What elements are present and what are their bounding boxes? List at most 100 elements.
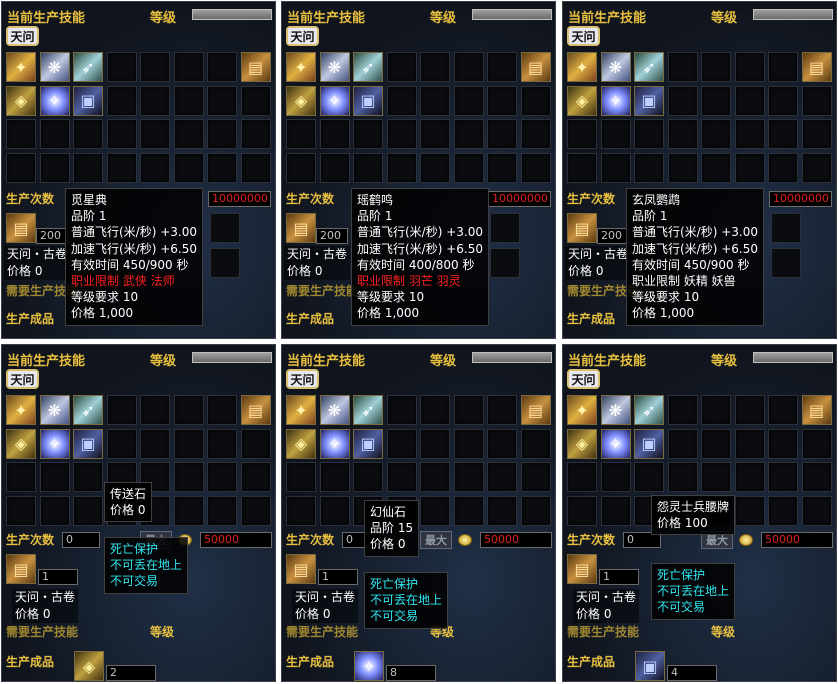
recipe-slot[interactable] xyxy=(600,152,631,183)
recipe-slot[interactable] xyxy=(140,52,170,82)
stone-item-3-icon[interactable]: ▣ xyxy=(73,428,103,459)
recipe-slot[interactable] xyxy=(386,119,417,149)
scroll-ingredient-icon[interactable]: ▤ xyxy=(286,213,316,243)
recipe-slot[interactable] xyxy=(487,119,517,149)
recipe-slot[interactable] xyxy=(567,495,597,526)
recipe-slot[interactable] xyxy=(567,119,597,149)
recipe-slot[interactable] xyxy=(801,85,832,116)
recipe-slot[interactable] xyxy=(634,152,664,183)
mount-item-3-icon[interactable]: ➶ xyxy=(73,395,103,425)
recipe-slot[interactable] xyxy=(286,152,316,183)
recipe-slot[interactable] xyxy=(768,119,798,149)
recipe-slot[interactable] xyxy=(420,428,450,459)
recipe-slot[interactable] xyxy=(801,462,832,492)
max-button[interactable]: 最大 xyxy=(420,531,452,549)
recipe-slot[interactable] xyxy=(801,495,832,526)
recipe-slot[interactable] xyxy=(240,428,271,459)
stone-item-2-icon[interactable]: ✧ xyxy=(39,85,70,116)
stone-item-2-icon[interactable]: ✧ xyxy=(600,85,631,116)
recipe-slot[interactable] xyxy=(453,119,484,149)
ingredient-slot[interactable] xyxy=(490,248,520,278)
scroll-ingredient-icon[interactable]: ▤ xyxy=(567,213,597,243)
count-field[interactable]: 200 xyxy=(36,228,68,244)
recipe-slot[interactable] xyxy=(39,119,70,149)
stone-item-1-icon[interactable]: ◈ xyxy=(286,428,316,459)
recipe-slot[interactable] xyxy=(768,395,798,425)
recipe-slot[interactable] xyxy=(701,152,731,183)
mount-item-3-icon[interactable]: ➶ xyxy=(73,52,103,82)
recipe-slot[interactable] xyxy=(173,462,204,492)
recipe-slot[interactable] xyxy=(453,428,484,459)
recipe-slot[interactable] xyxy=(319,495,350,526)
recipe-slot[interactable] xyxy=(453,462,484,492)
recipe-slot[interactable] xyxy=(420,462,450,492)
scroll-item-icon[interactable]: ▤ xyxy=(240,52,271,82)
recipe-slot[interactable] xyxy=(140,119,170,149)
recipe-slot[interactable] xyxy=(701,85,731,116)
tab-tianwen[interactable]: 天问 xyxy=(6,369,39,389)
recipe-slot[interactable] xyxy=(353,119,383,149)
recipe-slot[interactable] xyxy=(386,85,417,116)
recipe-slot[interactable] xyxy=(768,152,798,183)
stone-item-3-icon[interactable]: ▣ xyxy=(634,85,664,116)
stone-item-1-icon[interactable]: ◈ xyxy=(567,85,597,116)
mount-item-2-icon[interactable]: ❋ xyxy=(600,395,631,425)
recipe-slot[interactable] xyxy=(386,52,417,82)
stone-item-3-icon[interactable]: ▣ xyxy=(73,85,103,116)
ingredient-slot[interactable] xyxy=(490,213,520,243)
recipe-slot[interactable] xyxy=(207,119,237,149)
recipe-slot[interactable] xyxy=(386,462,417,492)
ingredient-slot[interactable] xyxy=(210,248,240,278)
scroll-ingredient-icon[interactable]: ▤ xyxy=(286,554,316,584)
mount-item-1-icon[interactable]: ✦ xyxy=(567,395,597,425)
recipe-slot[interactable] xyxy=(487,152,517,183)
recipe-slot[interactable] xyxy=(701,119,731,149)
stone-item-1-icon[interactable]: ◈ xyxy=(567,428,597,459)
recipe-slot[interactable] xyxy=(140,152,170,183)
recipe-slot[interactable] xyxy=(701,395,731,425)
scroll-item-icon[interactable]: ▤ xyxy=(520,52,551,82)
scroll-item-icon[interactable]: ▤ xyxy=(520,395,551,425)
mount-item-1-icon[interactable]: ✦ xyxy=(6,395,36,425)
recipe-slot[interactable] xyxy=(801,152,832,183)
recipe-slot[interactable] xyxy=(487,462,517,492)
recipe-slot[interactable] xyxy=(487,52,517,82)
recipe-slot[interactable] xyxy=(667,462,698,492)
mount-item-2-icon[interactable]: ❋ xyxy=(39,52,70,82)
recipe-slot[interactable] xyxy=(73,119,103,149)
recipe-slot[interactable] xyxy=(173,52,204,82)
recipe-slot[interactable] xyxy=(420,395,450,425)
recipe-slot[interactable] xyxy=(39,462,70,492)
recipe-slot[interactable] xyxy=(420,495,450,526)
scroll-ingredient-icon[interactable]: ▤ xyxy=(6,213,36,243)
mount-item-2-icon[interactable]: ❋ xyxy=(319,395,350,425)
recipe-slot[interactable] xyxy=(240,119,271,149)
recipe-slot[interactable] xyxy=(240,495,271,526)
recipe-slot[interactable] xyxy=(701,462,731,492)
recipe-slot[interactable] xyxy=(207,495,237,526)
recipe-slot[interactable] xyxy=(319,152,350,183)
scroll-ingredient-icon[interactable]: ▤ xyxy=(567,554,597,584)
recipe-slot[interactable] xyxy=(386,152,417,183)
recipe-slot[interactable] xyxy=(520,428,551,459)
recipe-slot[interactable] xyxy=(801,119,832,149)
mount-item-3-icon[interactable]: ➶ xyxy=(634,52,664,82)
recipe-slot[interactable] xyxy=(701,428,731,459)
recipe-slot[interactable] xyxy=(667,428,698,459)
scroll-item-icon[interactable]: ▤ xyxy=(801,52,832,82)
recipe-slot[interactable] xyxy=(173,495,204,526)
recipe-slot[interactable] xyxy=(567,462,597,492)
recipe-slot[interactable] xyxy=(667,119,698,149)
recipe-slot[interactable] xyxy=(240,152,271,183)
recipe-slot[interactable] xyxy=(207,52,237,82)
recipe-slot[interactable] xyxy=(667,152,698,183)
recipe-slot[interactable] xyxy=(734,428,765,459)
recipe-slot[interactable] xyxy=(734,495,765,526)
recipe-slot[interactable] xyxy=(140,428,170,459)
count-field[interactable]: 0 xyxy=(62,532,100,548)
tab-tianwen[interactable]: 天问 xyxy=(567,26,600,46)
recipe-slot[interactable] xyxy=(420,85,450,116)
recipe-slot[interactable] xyxy=(106,152,137,183)
recipe-slot[interactable] xyxy=(667,395,698,425)
recipe-slot[interactable] xyxy=(634,119,664,149)
